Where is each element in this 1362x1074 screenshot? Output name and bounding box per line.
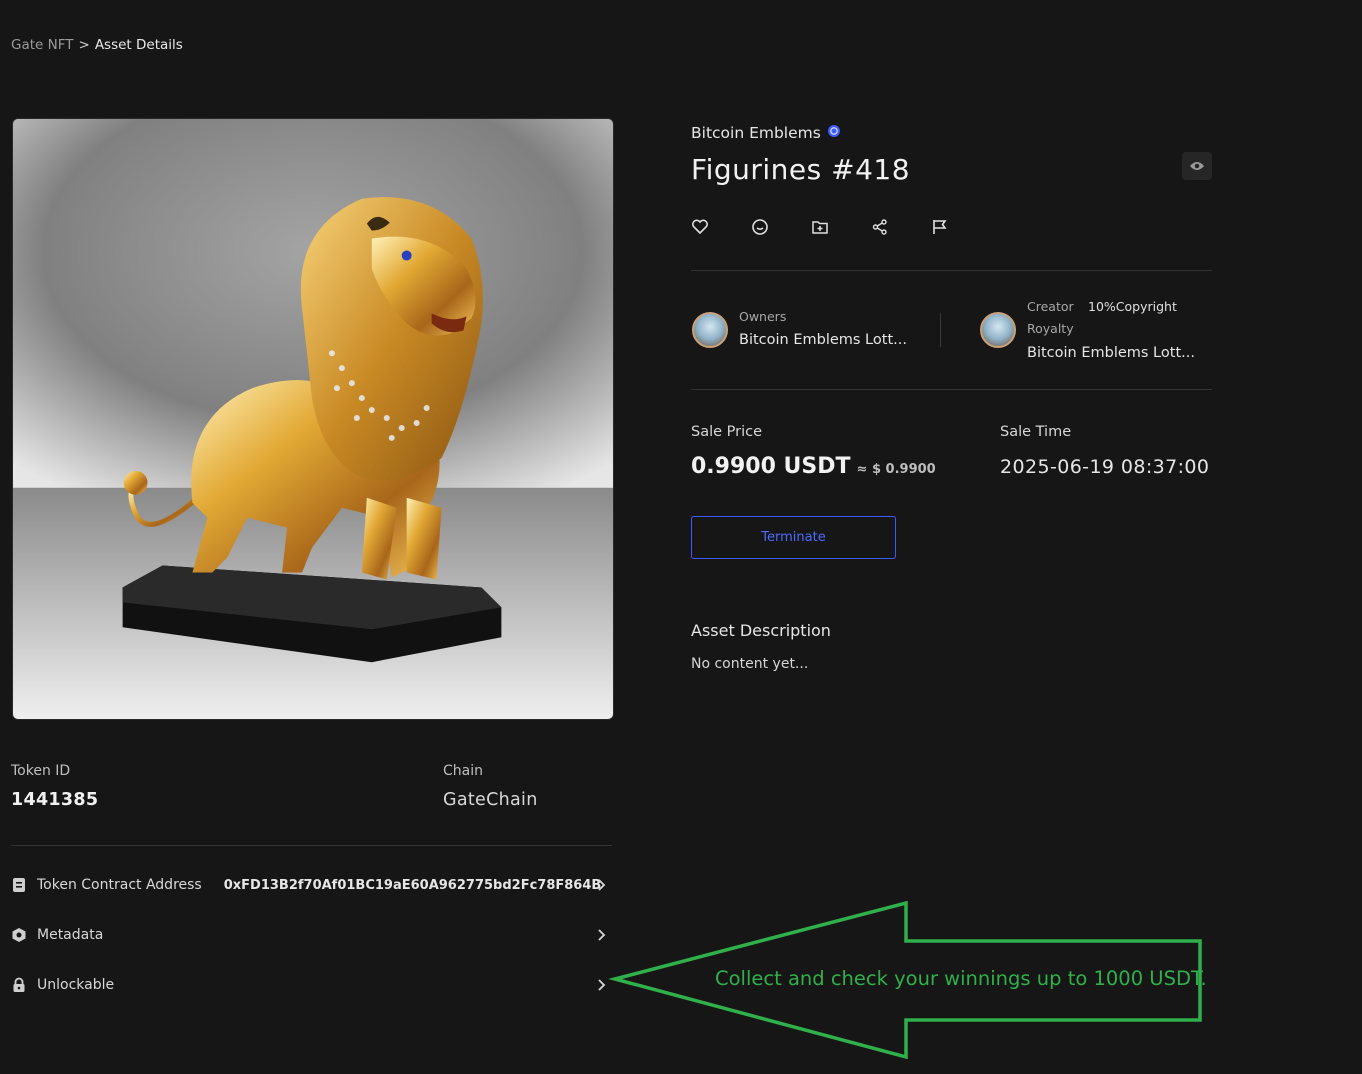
collection-link[interactable]: Bitcoin Emblems: [691, 124, 841, 142]
token-contract-address-value[interactable]: 0xFD13B2f70Af01BC19aE60A962775bd2Fc78F86…: [224, 878, 602, 893]
add-folder-icon[interactable]: [811, 218, 831, 238]
lock-icon: [11, 977, 27, 993]
comment-icon[interactable]: [751, 218, 771, 238]
share-icon[interactable]: [871, 218, 891, 238]
token-contract-address-row[interactable]: Token Contract Address 0xFD13B2f70Af01BC…: [11, 873, 612, 897]
creator-label: Creator: [1027, 299, 1074, 314]
collection-name: Bitcoin Emblems: [691, 124, 821, 142]
creator-avatar[interactable]: [980, 312, 1016, 348]
breadcrumb-separator: >: [78, 37, 90, 53]
metadata-row[interactable]: Metadata: [11, 923, 612, 947]
token-id-value: 1441385: [11, 790, 99, 810]
asset-description-title: Asset Description: [691, 621, 831, 640]
chain-label: Chain: [443, 763, 483, 779]
flag-icon[interactable]: [931, 218, 951, 238]
owner-avatar[interactable]: [692, 312, 728, 348]
metadata-label: Metadata: [37, 927, 104, 943]
details-divider: [11, 845, 612, 846]
unlockable-label: Unlockable: [37, 977, 115, 993]
promo-message: Collect and check your winnings up to 10…: [715, 967, 1207, 990]
owners-label: Owners: [739, 309, 787, 324]
royalty-value: 10%Copyright: [1088, 299, 1177, 314]
sale-price: 0.9900 USDT ≈ $ 0.9900: [691, 454, 936, 479]
token-contract-address-label: Token Contract Address: [37, 877, 202, 893]
creator-name[interactable]: Bitcoin Emblems Lott...: [1027, 345, 1195, 361]
breadcrumb-gate-nft-link[interactable]: Gate NFT: [11, 37, 74, 53]
view-count-button[interactable]: [1182, 152, 1212, 180]
divider: [691, 389, 1212, 390]
sale-time-label: Sale Time: [1000, 424, 1072, 440]
verified-icon: [827, 124, 841, 142]
lion-figurine-illustration: [13, 119, 613, 719]
asset-description-body: No content yet...: [691, 656, 809, 672]
unlockable-row[interactable]: Unlockable: [11, 973, 612, 997]
heart-icon[interactable]: [691, 218, 711, 238]
sale-time-value: 2025-06-19 08:37:00: [1000, 456, 1210, 478]
asset-image[interactable]: [12, 118, 614, 720]
metadata-icon: [11, 927, 27, 943]
owner-name[interactable]: Bitcoin Emblems Lott...: [739, 332, 907, 348]
breadcrumb: Gate NFT > Asset Details: [11, 37, 183, 53]
action-bar: [691, 218, 951, 238]
eye-icon: [1189, 157, 1205, 176]
sale-price-usd: ≈ $ 0.9900: [856, 462, 936, 477]
chevron-right-icon: [596, 877, 608, 893]
terminate-button[interactable]: Terminate: [691, 516, 896, 559]
royalty-label: Royalty: [1027, 321, 1074, 336]
token-id-label: Token ID: [11, 763, 71, 779]
owners-creator-separator: [940, 313, 941, 347]
contract-icon: [11, 877, 27, 893]
divider: [691, 270, 1212, 271]
sale-price-value: 0.9900 USDT: [691, 454, 851, 479]
asset-title: Figurines #418: [691, 153, 911, 186]
breadcrumb-current: Asset Details: [94, 37, 183, 53]
sale-price-label: Sale Price: [691, 424, 763, 440]
chain-value: GateChain: [443, 790, 538, 810]
